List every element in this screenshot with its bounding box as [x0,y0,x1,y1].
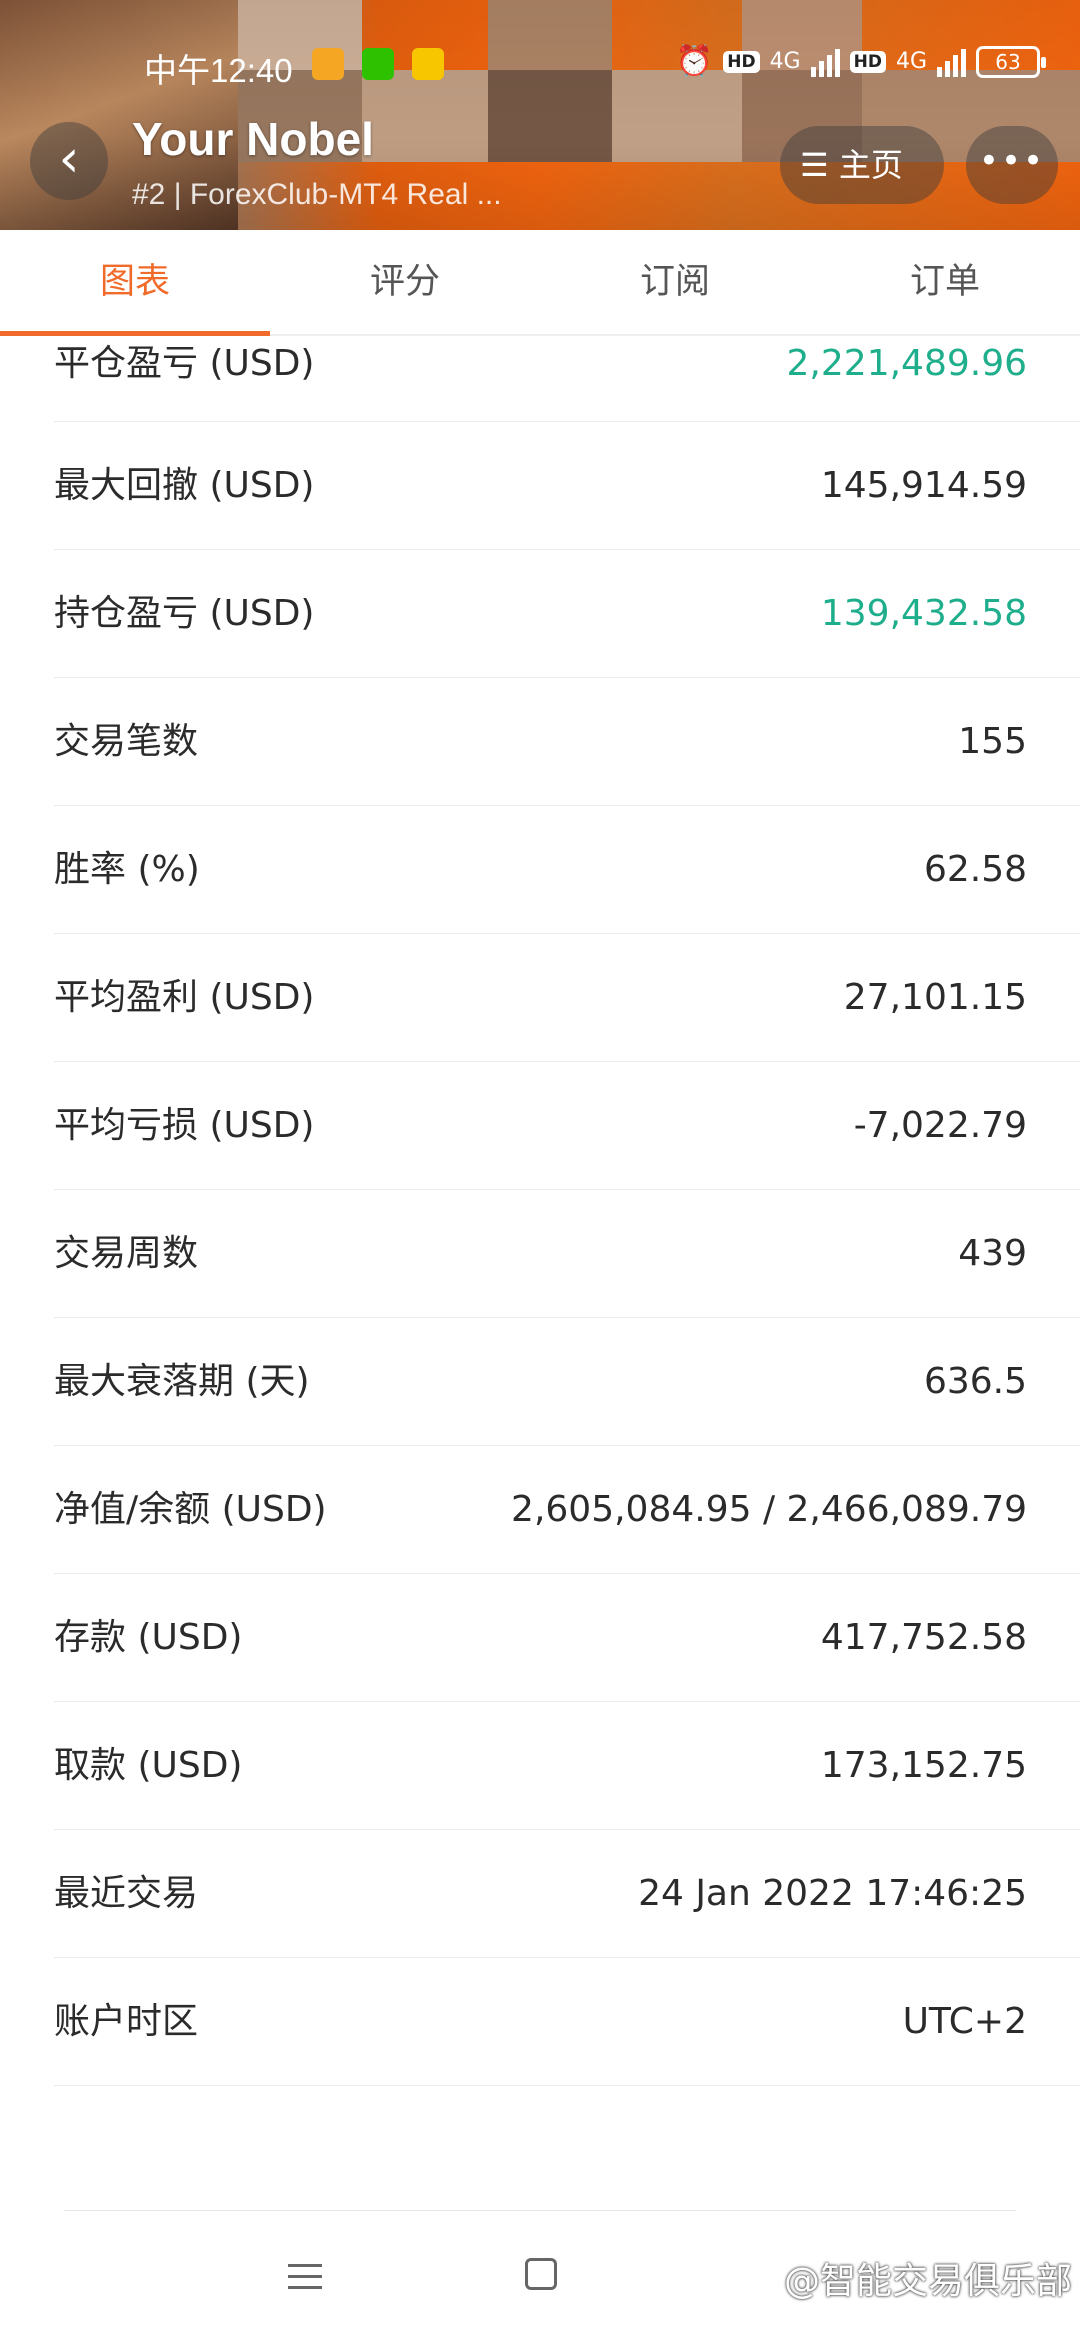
more-button[interactable]: ••• [966,126,1058,204]
tab-chart[interactable]: 图表 [0,230,270,336]
status-bar: 中午12:40 ⏰ HD 4G HD 4G 63 [0,40,1080,90]
stat-label: 交易周数 [54,1233,199,1274]
stat-label: 交易笔数 [54,721,199,762]
stat-label: 净值/余额 (USD) [54,1489,327,1530]
stat-label: 最大回撤 (USD) [54,465,315,506]
stat-row-open-pnl: 持仓盈亏 (USD) 139,432.58 [54,550,1080,678]
stat-value: 173,152.75 [820,1745,1027,1786]
system-nav-bar: @智能交易俱乐部 [0,2228,1080,2328]
tab-rating[interactable]: 评分 [270,230,540,334]
back-button[interactable]: ‹ [30,122,108,200]
stat-value: 62.58 [923,849,1027,890]
hd-badge: HD [849,50,886,73]
stat-row-avg-loss: 平均亏损 (USD) -7,022.79 [54,1062,1080,1190]
page-title: Your Nobel [132,113,374,165]
stat-label: 存款 (USD) [54,1617,243,1658]
stat-row-max-decline-period: 最大衰落期 (天) 636.5 [54,1318,1080,1446]
stat-row-avg-profit: 平均盈利 (USD) 27,101.15 [54,934,1080,1062]
stat-value: 417,752.58 [820,1617,1027,1658]
alarm-icon: ⏰ [675,44,714,79]
stat-label: 最近交易 [54,1873,199,1914]
tab-subscribe[interactable]: 订阅 [540,230,810,334]
home-button-label: 主页 [838,146,903,184]
status-right-group: ⏰ HD 4G HD 4G 63 [675,44,1046,79]
stat-value: 155 [958,721,1027,762]
stat-value: UTC+2 [902,2001,1027,2042]
menu-icon[interactable] [288,2264,322,2297]
stats-list: 平仓盈亏 (USD) 2,221,489.96 最大回撤 (USD) 145,9… [0,336,1080,2086]
stat-value: 636.5 [923,1361,1027,1402]
stat-label: 胜率 (%) [54,849,200,890]
hd-badge: HD [723,50,760,73]
watermark: @智能交易俱乐部 [783,2261,1072,2302]
more-dots-icon: ••• [978,141,1046,181]
stat-label: 平均盈利 (USD) [54,977,315,1018]
stat-value: -7,022.79 [853,1105,1027,1146]
stat-value: 439 [958,1233,1027,1274]
status-time: 中午12:40 [144,52,293,89]
stat-value: 2,221,489.96 [786,343,1027,384]
stat-label: 平仓盈亏 (USD) [54,343,315,384]
stat-row-closed-pnl: 平仓盈亏 (USD) 2,221,489.96 [54,336,1080,422]
stat-label: 账户时区 [54,2001,199,2042]
divider [64,2210,1016,2211]
signal-icon [937,47,966,77]
stat-label: 平均亏损 (USD) [54,1105,315,1146]
stat-row-equity-balance: 净值/余额 (USD) 2,605,084.95 / 2,466,089.79 [54,1446,1080,1574]
stat-row-last-trade: 最近交易 24 Jan 2022 17:46:25 [54,1830,1080,1958]
stat-value: 27,101.15 [843,977,1027,1018]
stat-row-timezone: 账户时区 UTC+2 [54,1958,1080,2086]
stat-label: 持仓盈亏 (USD) [54,593,315,634]
stat-row-deposits: 存款 (USD) 417,752.58 [54,1574,1080,1702]
app-header: 中午12:40 ⏰ HD 4G HD 4G 63 ‹ Your Nobel #2… [0,0,1080,230]
stat-value: 145,914.59 [820,465,1027,506]
home-button[interactable]: ☰ 主页 [780,126,944,204]
battery-icon: 63 [976,45,1046,78]
stat-label: 取款 (USD) [54,1745,243,1786]
stat-row-withdrawals: 取款 (USD) 173,152.75 [54,1702,1080,1830]
mail-notification-icon [412,48,444,80]
chevron-left-icon: ‹ [58,129,80,189]
stat-value: 2,605,084.95 / 2,466,089.79 [511,1489,1027,1530]
message-notification-icon [312,48,344,80]
home-square-icon[interactable] [525,2258,557,2290]
signal-icon [810,47,840,77]
wechat-notification-icon [362,48,394,80]
stat-row-trading-weeks: 交易周数 439 [54,1190,1080,1318]
tab-bar: 图表 评分 订阅 订单 [0,230,1080,336]
tab-orders[interactable]: 订单 [810,230,1080,334]
stat-row-trade-count: 交易笔数 155 [54,678,1080,806]
stat-value: 139,432.58 [820,593,1027,634]
stat-label: 最大衰落期 (天) [54,1361,310,1402]
account-subtitle: #2 | ForexClub-MT4 Real ... [132,178,502,211]
sliders-icon: ☰ [800,146,829,184]
stat-row-win-rate: 胜率 (%) 62.58 [54,806,1080,934]
stat-row-max-drawdown: 最大回撤 (USD) 145,914.59 [54,422,1080,550]
network-type-label: 4G [895,49,927,74]
stat-value: 24 Jan 2022 17:46:25 [638,1873,1027,1914]
network-type-label: 4G [769,49,801,74]
